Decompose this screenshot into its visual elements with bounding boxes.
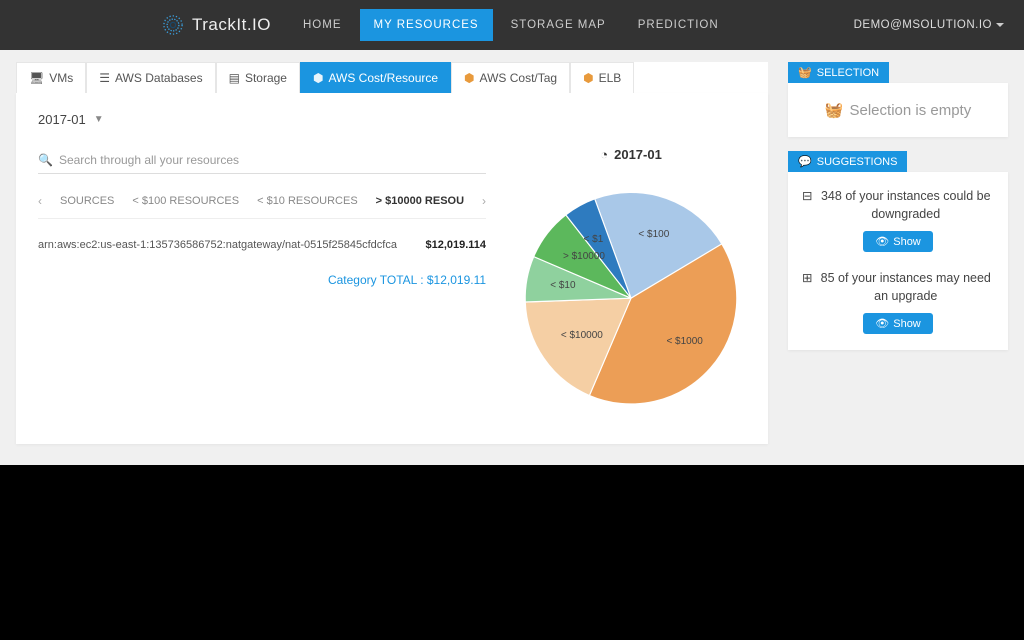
pie-chart[interactable]: < $100 < $1000 < $10000 < $10 > $10000 < $1 (516, 174, 746, 404)
date-dropdown[interactable]: 2017-01 ▼ (38, 112, 104, 127)
bc-gt-10000[interactable]: > $10000 RESOU (376, 195, 464, 207)
nav-home[interactable]: HOME (289, 9, 356, 41)
tab-aws-databases[interactable]: ☰AWS Databases (86, 62, 215, 93)
cube-icon: ⬢ (313, 71, 323, 85)
brand-text: TrackIt.IO (192, 15, 271, 35)
nav-storage-map[interactable]: STORAGE MAP (497, 9, 620, 41)
comment-icon: 💬 (798, 155, 812, 168)
tab-vms[interactable]: 🖥VMs (16, 62, 86, 93)
eye-icon: 👁 (875, 317, 889, 330)
chart-title: ◔ 2017-01 (600, 147, 662, 162)
pie-slice-label: > $10000 (563, 251, 605, 262)
search-box[interactable]: 🔍 (38, 147, 486, 174)
resource-value: $12,019.114 (425, 239, 486, 251)
navbar: TrackIt.IO HOME MY RESOURCES STORAGE MAP… (0, 0, 1024, 50)
user-menu[interactable]: DEMO@MSOLUTION.IO (854, 19, 1004, 31)
monitor-icon: 🖥 (29, 71, 44, 85)
selection-header: 🧺 SELECTION (788, 62, 889, 83)
cost-breadcrumbs: ‹ SOURCES < $100 RESOURCES < $10 RESOURC… (38, 194, 486, 219)
search-icon: 🔍 (38, 153, 53, 167)
tab-aws-cost-resource[interactable]: ⬢AWS Cost/Resource (300, 62, 451, 93)
pie-slice-label: < $10000 (561, 330, 603, 341)
chevron-down-icon: ▼ (94, 114, 104, 125)
pie-slice-label: < $100 (638, 229, 669, 240)
cube-icon: ⬢ (583, 71, 593, 85)
selection-card: 🧺 Selection is empty (788, 83, 1008, 137)
chevron-right-icon[interactable]: › (482, 194, 486, 208)
cube-icon: ⬢ (464, 71, 474, 85)
chevron-down-icon (996, 23, 1004, 27)
nav-my-resources[interactable]: MY RESOURCES (360, 9, 493, 41)
storage-icon: ▤ (229, 71, 240, 85)
suggestions-card: ⊟348 of your instances could be downgrad… (788, 172, 1008, 350)
panel-body: 2017-01 ▼ 🔍 ‹ SOURCES < $100 RESOURCES (16, 93, 768, 444)
tab-storage[interactable]: ▤Storage (216, 62, 300, 93)
tab-aws-cost-tag[interactable]: ⬢AWS Cost/Tag (451, 62, 570, 93)
minus-square-icon: ⊟ (802, 188, 812, 206)
tab-elb[interactable]: ⬢ELB (570, 62, 634, 93)
date-value: 2017-01 (38, 112, 86, 127)
plus-square-icon: ⊞ (802, 270, 812, 288)
show-button[interactable]: 👁Show (863, 313, 933, 334)
pie-slice-label: < $10 (550, 280, 575, 291)
nav-prediction[interactable]: PREDICTION (624, 9, 733, 41)
suggestions-header: 💬 SUGGESTIONS (788, 151, 907, 172)
eye-icon: 👁 (875, 235, 889, 248)
brand[interactable]: TrackIt.IO (160, 12, 271, 38)
show-button[interactable]: 👁Show (863, 231, 933, 252)
resource-row[interactable]: arn:aws:ec2:us-east-1:135736586752:natga… (38, 235, 486, 255)
logo-icon (160, 12, 186, 38)
bc-lt-100[interactable]: < $100 RESOURCES (132, 195, 239, 207)
bc-lt-10[interactable]: < $10 RESOURCES (257, 195, 358, 207)
database-icon: ☰ (99, 71, 110, 85)
nav-links: HOME MY RESOURCES STORAGE MAP PREDICTION (289, 9, 733, 41)
pie-slice-label: < $1 (584, 234, 604, 245)
basket-icon: 🧺 (798, 66, 812, 79)
chevron-left-icon[interactable]: ‹ (38, 194, 42, 208)
search-input[interactable] (59, 153, 486, 167)
user-email: DEMO@MSOLUTION.IO (854, 19, 992, 31)
bc-sources[interactable]: SOURCES (60, 195, 114, 207)
suggestion-item: ⊟348 of your instances could be downgrad… (802, 188, 994, 252)
suggestion-item: ⊞85 of your instances may need an upgrad… (802, 270, 994, 334)
category-total: Category TOTAL : $12,019.11 (38, 273, 486, 287)
pie-chart-icon: ◔ (600, 147, 608, 162)
tabs: 🖥VMs ☰AWS Databases ▤Storage ⬢AWS Cost/R… (16, 62, 768, 93)
selection-empty-text: Selection is empty (850, 102, 972, 119)
resource-arn: arn:aws:ec2:us-east-1:135736586752:natga… (38, 239, 397, 251)
pie-slice-label: < $1000 (666, 336, 702, 347)
basket-icon: 🧺 (825, 101, 844, 119)
